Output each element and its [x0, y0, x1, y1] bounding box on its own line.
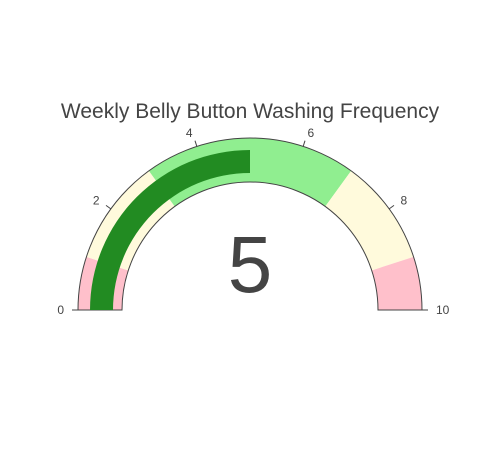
- gauge-tick-4: [194, 140, 198, 147]
- gauge-value-bar: [90, 150, 250, 310]
- gauge-tick-label-10: 10: [436, 303, 450, 317]
- gauge-tick-label-8: 8: [400, 194, 407, 208]
- gauge-value-number: 5: [228, 220, 273, 309]
- gauge-tick-label-0: 0: [57, 303, 64, 317]
- gauge-tick-8: [388, 204, 395, 210]
- gauge-tick-2: [105, 204, 112, 210]
- gauge-tick-label-6: 6: [307, 126, 314, 140]
- gauge-chart: 0 2 4 6 8 10 Weekly Belly Button Washing Freq…: [0, 0, 500, 450]
- gauge-tick-6: [302, 140, 306, 147]
- gauge-value-bar-group: [90, 150, 250, 310]
- chart-title: Weekly Belly Button Washing Frequency: [61, 100, 440, 123]
- gauge-svg: 0 2 4 6 8 10 Weekly Belly Button Washing Freq…: [57, 100, 450, 317]
- gauge-tick-label-2: 2: [93, 194, 100, 208]
- gauge-tick-label-4: 4: [186, 126, 193, 140]
